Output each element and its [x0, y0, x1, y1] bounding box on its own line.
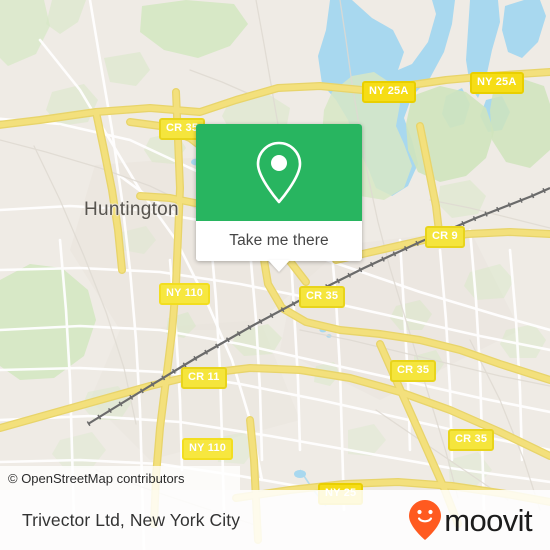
road-shield-cr-11[interactable]: CR 11 [181, 367, 227, 389]
attribution-text: © OpenStreetMap contributors [8, 470, 185, 486]
callout-tail [268, 260, 290, 272]
take-me-there-label: Take me there [229, 232, 329, 249]
location-callout-card[interactable]: Take me there [196, 124, 362, 272]
road-shield-ny-25a-1[interactable]: NY 25A [362, 81, 416, 103]
location-pin-icon [256, 141, 302, 203]
place-label-huntington: Huntington [84, 199, 179, 220]
moovit-smiley-pin-icon [409, 500, 442, 540]
moovit-brand[interactable]: moovit [408, 499, 533, 541]
map-attribution[interactable]: © OpenStreetMap contributors [0, 466, 240, 490]
bottom-bar: Trivector Ltd, New York City moovit [0, 490, 550, 550]
location-title: Trivector Ltd, New York City [22, 509, 241, 530]
callout-pin-area [196, 124, 362, 221]
callout-action-area[interactable]: Take me there [196, 221, 362, 272]
road-shield-ny-110-2[interactable]: NY 110 [182, 438, 234, 460]
road-shield-ny-110-1[interactable]: NY 110 [159, 283, 211, 305]
road-shield-cr-35-4[interactable]: CR 35 [448, 429, 495, 451]
road-shield-ny-25a-2[interactable]: NY 25A [470, 72, 524, 94]
road-shield-cr-9[interactable]: CR 9 [425, 226, 465, 248]
map-screenshot: .land { fill:#efebe5; } .green { fill:#d… [0, 0, 550, 550]
road-shield-cr-35-3[interactable]: CR 35 [390, 360, 437, 382]
moovit-wordmark: moovit [444, 502, 532, 538]
road-shield-cr-35-2[interactable]: CR 35 [299, 286, 346, 308]
